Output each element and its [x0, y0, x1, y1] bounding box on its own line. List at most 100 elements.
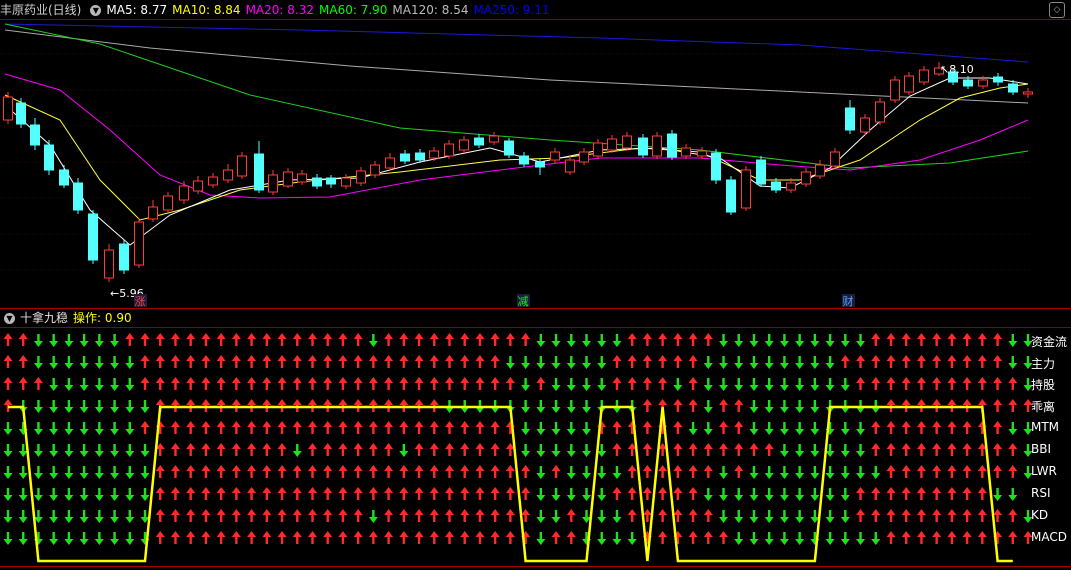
up-arrow-icon [490, 377, 500, 390]
down-arrow-icon [779, 466, 789, 479]
up-arrow-icon [140, 355, 150, 368]
down-arrow-icon [3, 488, 13, 501]
up-arrow-icon [688, 443, 698, 456]
down-arrow-icon [764, 334, 774, 347]
stock-chart[interactable]: ↖8.10←5.96涨减财 [0, 0, 1071, 570]
up-arrow-icon [566, 509, 576, 522]
up-arrow-icon [627, 333, 637, 346]
down-arrow-icon [33, 488, 43, 501]
up-arrow-icon [368, 443, 378, 456]
down-arrow-icon [551, 444, 561, 457]
up-arrow-icon [688, 465, 698, 478]
down-arrow-icon [734, 510, 744, 523]
candle-body [44, 144, 54, 171]
down-arrow-icon [1008, 356, 1018, 369]
ma20-line [4, 73, 1029, 199]
up-arrow-icon [201, 509, 211, 522]
up-arrow-icon [231, 421, 241, 434]
collapse-icon[interactable]: ◇ [1049, 2, 1065, 18]
up-arrow-icon [612, 443, 622, 456]
up-arrow-icon [247, 465, 257, 478]
up-arrow-icon [140, 377, 150, 390]
up-arrow-icon [734, 443, 744, 456]
down-arrow-icon [749, 378, 759, 391]
up-arrow-icon [886, 377, 896, 390]
down-arrow-icon [49, 532, 59, 545]
up-arrow-icon [277, 509, 287, 522]
up-arrow-icon [871, 355, 881, 368]
up-arrow-icon [993, 355, 1003, 368]
down-arrow-icon [536, 400, 546, 413]
up-arrow-icon [231, 509, 241, 522]
up-arrow-icon [642, 377, 652, 390]
ma250-line [4, 23, 1029, 63]
candle-body [711, 152, 721, 181]
down-arrow-icon [597, 466, 607, 479]
up-arrow-icon [490, 531, 500, 544]
candle-body [88, 213, 98, 261]
candle-body [223, 169, 233, 181]
up-arrow-icon [429, 333, 439, 346]
candle-body [208, 176, 218, 186]
candle-body [73, 182, 83, 211]
up-arrow-icon [916, 421, 926, 434]
down-arrow-icon [64, 334, 74, 347]
up-arrow-icon [277, 377, 287, 390]
up-arrow-icon [475, 487, 485, 500]
up-arrow-icon [231, 355, 241, 368]
down-arrow-icon [582, 488, 592, 501]
up-arrow-icon [1008, 465, 1018, 478]
up-arrow-icon [323, 377, 333, 390]
up-arrow-icon [977, 333, 987, 346]
dropdown-chevron-icon[interactable]: ▼ [4, 313, 15, 324]
up-arrow-icon [673, 355, 683, 368]
up-arrow-icon [886, 487, 896, 500]
down-arrow-icon [688, 422, 698, 435]
up-arrow-icon [703, 531, 713, 544]
candle-body [415, 152, 425, 161]
up-arrow-icon [186, 531, 196, 544]
down-arrow-icon [749, 422, 759, 435]
down-arrow-icon [673, 378, 683, 391]
up-arrow-icon [353, 355, 363, 368]
down-arrow-icon [33, 444, 43, 457]
up-arrow-icon [566, 531, 576, 544]
down-arrow-icon [566, 444, 576, 457]
up-arrow-icon [962, 443, 972, 456]
candle-body [237, 155, 247, 177]
dropdown-chevron-icon[interactable]: ▼ [90, 5, 102, 16]
up-arrow-icon [993, 333, 1003, 346]
ma10-label: MA10: 8.84 [172, 3, 241, 17]
down-arrow-icon [795, 378, 805, 391]
up-arrow-icon [444, 421, 454, 434]
up-arrow-icon [399, 465, 409, 478]
down-arrow-icon [719, 466, 729, 479]
up-arrow-icon [170, 377, 180, 390]
down-arrow-icon [18, 510, 28, 523]
down-arrow-icon [840, 378, 850, 391]
up-arrow-icon [18, 355, 28, 368]
up-arrow-icon [627, 487, 637, 500]
down-arrow-icon [368, 510, 378, 523]
down-arrow-icon [840, 466, 850, 479]
up-arrow-icon [262, 465, 272, 478]
up-arrow-icon [886, 333, 896, 346]
down-arrow-icon [368, 334, 378, 347]
up-arrow-icon [886, 443, 896, 456]
down-arrow-icon [779, 422, 789, 435]
down-arrow-icon [49, 356, 59, 369]
candle-body [845, 107, 855, 131]
up-arrow-icon [962, 421, 972, 434]
candle-body [681, 147, 691, 157]
candle-body [444, 143, 454, 157]
up-arrow-icon [186, 509, 196, 522]
down-arrow-icon [64, 510, 74, 523]
candle-body [622, 135, 632, 149]
up-arrow-icon [475, 333, 485, 346]
up-arrow-icon [886, 531, 896, 544]
up-arrow-icon [338, 443, 348, 456]
row-label-mtm: MTM [1031, 420, 1060, 434]
up-arrow-icon [18, 333, 28, 346]
down-arrow-icon [49, 488, 59, 501]
up-arrow-icon [399, 421, 409, 434]
